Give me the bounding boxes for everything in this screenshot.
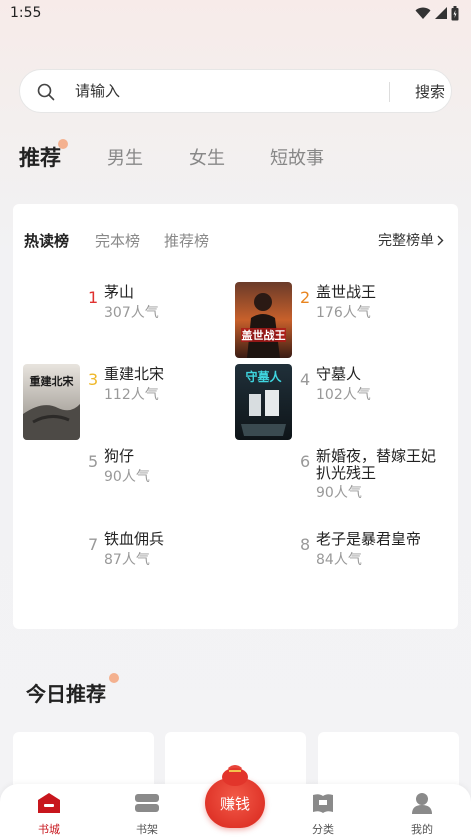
book-title: 狗仔	[104, 447, 135, 465]
rank-item[interactable]: 重建北宋 3 重建北宋 112人气	[23, 364, 233, 444]
book-title: 老子是暴君皇帝	[316, 530, 422, 548]
section-badge-dot	[109, 673, 119, 683]
tab-male[interactable]: 男生	[107, 144, 143, 170]
rank-number: 4	[300, 370, 311, 389]
category-tabs: 推荐 男生 女生 短故事	[19, 139, 459, 174]
rank-item[interactable]: 7 铁血佣兵 87人气	[23, 529, 233, 609]
nav-bookstore[interactable]: 书城	[24, 792, 74, 837]
full-ranking-link[interactable]: 完整榜单	[378, 230, 444, 250]
rank-item[interactable]: 盖世战王 2 盖世战王 176人气	[235, 282, 445, 362]
tab-short-story[interactable]: 短故事	[270, 144, 324, 170]
book-popularity: 176人气	[316, 305, 371, 321]
book-popularity: 102人气	[316, 387, 371, 403]
search-icon	[37, 83, 55, 101]
tab-recommend[interactable]: 推荐	[19, 142, 61, 172]
tab-hot-reading[interactable]: 热读榜	[24, 230, 69, 251]
nav-label: 分类	[312, 823, 334, 836]
search-divider	[389, 82, 390, 102]
nav-category[interactable]: 分类	[298, 792, 348, 837]
book-title: 守墓人	[316, 365, 362, 383]
money-bag-icon	[222, 765, 248, 786]
rank-item[interactable]: 5 狗仔 90人气	[23, 446, 233, 526]
rank-number: 3	[88, 370, 99, 389]
book-cover: 盖世战王	[235, 282, 292, 358]
tab-female[interactable]: 女生	[189, 144, 225, 170]
book-cover: 重建北宋	[23, 364, 80, 440]
tab-recommended[interactable]: 推荐榜	[164, 230, 209, 251]
book-title: 茅山	[104, 283, 135, 301]
search-bar: 搜索	[19, 69, 452, 113]
earn-label: 赚钱	[219, 794, 250, 813]
search-input[interactable]	[75, 82, 365, 100]
full-ranking-label: 完整榜单	[378, 233, 434, 249]
status-time: 1:55	[10, 5, 42, 21]
book-title: 新婚夜，替嫁王妃扒光残王	[316, 447, 437, 482]
rank-item[interactable]: 守墓人 4 守墓人 102人气	[235, 364, 445, 444]
rank-item[interactable]: 6 新婚夜，替嫁王妃扒光残王 90人气	[235, 446, 445, 526]
home-icon	[38, 793, 60, 813]
tab-completed[interactable]: 完本榜	[95, 230, 140, 251]
status-bar: 1:55	[0, 0, 471, 28]
book-popularity: 90人气	[104, 469, 150, 485]
rank-number: 8	[300, 535, 311, 554]
rank-item[interactable]: 8 老子是暴君皇帝 84人气	[235, 529, 445, 609]
book-popularity: 87人气	[104, 552, 150, 568]
rank-item[interactable]: 1 茅山 307人气	[23, 282, 233, 362]
nav-label: 书架	[136, 823, 158, 836]
book-popularity: 84人气	[316, 552, 362, 568]
wifi-icon	[415, 7, 431, 19]
book-cover: 守墓人	[235, 364, 292, 440]
profile-icon	[412, 793, 432, 814]
book-popularity: 112人气	[104, 387, 159, 403]
search-button[interactable]: 搜索	[415, 81, 445, 102]
status-icons	[415, 6, 459, 21]
ranking-card: 热读榜 完本榜 推荐榜 完整榜单 1 茅山 307人气 盖世战王 2 盖世战王 …	[13, 204, 458, 629]
rank-number: 7	[88, 535, 99, 554]
chevron-right-icon	[437, 235, 444, 245]
rank-number: 6	[300, 452, 311, 471]
rank-number: 5	[88, 452, 99, 471]
nav-profile[interactable]: 我的	[397, 792, 447, 837]
book-popularity: 307人气	[104, 305, 159, 321]
category-icon	[313, 794, 333, 813]
book-title: 盖世战王	[316, 283, 377, 301]
rank-number: 1	[88, 288, 99, 307]
battery-icon	[451, 6, 459, 21]
svg-text:重建北宋: 重建北宋	[30, 374, 75, 388]
svg-text:盖世战王: 盖世战王	[242, 328, 286, 342]
book-title: 铁血佣兵	[104, 530, 165, 548]
nav-bookshelf[interactable]: 书架	[122, 792, 172, 837]
book-title: 重建北宋	[104, 365, 165, 383]
nav-label: 我的	[411, 823, 433, 836]
tab-badge-dot	[58, 139, 68, 149]
bookshelf-icon	[135, 794, 159, 812]
rank-number: 2	[300, 288, 311, 307]
svg-text:守墓人: 守墓人	[245, 369, 282, 384]
today-recommend-title: 今日推荐	[26, 682, 106, 706]
nav-label: 书城	[38, 823, 60, 836]
signal-icon	[435, 7, 447, 19]
book-popularity: 90人气	[316, 485, 362, 501]
